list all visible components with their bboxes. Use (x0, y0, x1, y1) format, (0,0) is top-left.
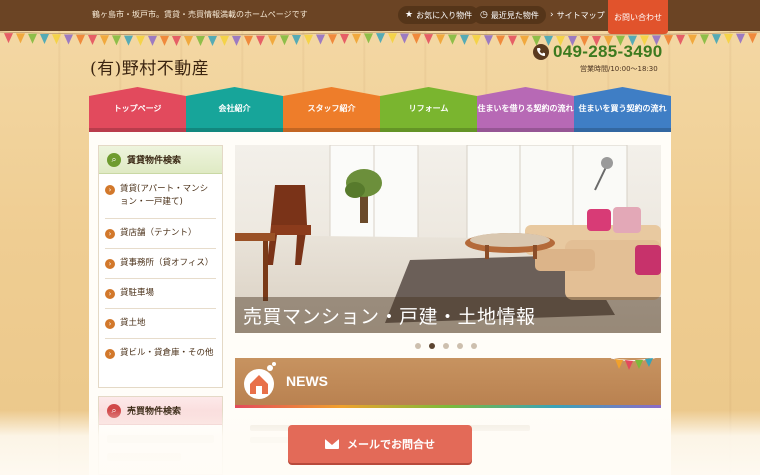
nav-tab-staff[interactable]: スタッフ紹介 (283, 87, 380, 132)
recent-label: 最近見た物件 (490, 10, 539, 20)
nav-tab-rent-flow[interactable]: 住まいを借りる契約の流れ (477, 87, 574, 132)
mail-contact-button[interactable]: メールでお問合せ (288, 425, 472, 463)
history-icon: ◷ (480, 10, 488, 20)
favorites-link[interactable]: ★ お気に入り物件 (398, 6, 480, 24)
hero-caption: 売買マンション・戸建・土地情報 (235, 297, 661, 333)
chevron-right-icon: › (105, 229, 115, 239)
chevron-right-icon: › (105, 319, 115, 329)
chevron-right-icon: › (105, 185, 115, 195)
chevron-right-icon: › (105, 349, 115, 359)
nav-tab-label: リフォーム (408, 104, 449, 113)
sidebar-item-label: 貸店舗（テナント） (120, 228, 197, 238)
sidebar-item-label: 貸駐車場 (120, 288, 155, 298)
hero-slider[interactable]: 売買マンション・戸建・土地情報 (235, 145, 661, 333)
nav-tab-company[interactable]: 会社紹介 (186, 87, 283, 132)
sidebar-item-rent-office[interactable]: › 貸事務所（貸オフィス） (105, 249, 216, 279)
news-title: NEWS (286, 373, 328, 389)
search-icon: ⌕ (107, 152, 121, 167)
main-nav: トップページ 会社紹介 スタッフ紹介 リフォーム 住まいを借りる契約の流れ 住ま… (89, 87, 671, 132)
business-hours: 営業時間/10:00〜18:30 (580, 65, 658, 73)
nav-tab-reform[interactable]: リフォーム (380, 87, 477, 132)
nav-tab-label: 住まいを買う契約の流れ (578, 104, 667, 113)
pennant-icon (611, 355, 661, 370)
sidebar-item-label: 貸ビル・貸倉庫・その他 (120, 348, 214, 358)
sidebar-item-rent-housing[interactable]: › 賃貸(アパート・マンション・一戸建て) (105, 174, 216, 219)
slider-dots (415, 343, 477, 349)
mail-contact-label: メールでお問合せ (347, 438, 435, 451)
sitemap-link[interactable]: › サイトマップ (543, 6, 612, 24)
contact-tab-button[interactable]: お問い合わせ (608, 0, 668, 34)
slider-dot[interactable] (471, 343, 477, 349)
slider-dot[interactable] (429, 343, 435, 349)
chevron-right-icon: › (105, 289, 115, 299)
phone-number: 049-285-3490 (533, 41, 669, 63)
nav-tab-buy-flow[interactable]: 住まいを買う契約の流れ (574, 87, 671, 132)
sidebar-item-rent-parking[interactable]: › 貸駐車場 (105, 279, 216, 309)
house-icon (244, 362, 276, 399)
nav-tab-label: 会社紹介 (218, 104, 251, 113)
sidebar-item-label: 貸土地 (120, 318, 146, 328)
chevron-right-icon: › (550, 10, 554, 20)
star-icon: ★ (405, 10, 414, 20)
rent-search-title: 賃貸物件検索 (127, 156, 182, 166)
rent-search-list: › 賃貸(アパート・マンション・一戸建て) › 貸店舗（テナント） › 貸事務所… (99, 174, 222, 366)
phone-icon (533, 44, 549, 60)
sidebar-item-rent-land[interactable]: › 貸土地 (105, 309, 216, 339)
slider-dot[interactable] (443, 343, 449, 349)
slider-dot[interactable] (457, 343, 463, 349)
recent-link[interactable]: ◷ 最近見た物件 (473, 6, 546, 24)
chevron-right-icon: › (105, 259, 115, 269)
phone-number-text: 049-285-3490 (553, 42, 663, 61)
favorites-label: お気に入り物件 (416, 10, 473, 20)
rent-search-header: ⌕ 賃貸物件検索 (99, 146, 222, 174)
news-section-header: NEWS (235, 355, 661, 406)
nav-tab-label: 住まいを借りる契約の流れ (477, 104, 574, 113)
envelope-icon (325, 439, 339, 449)
sidebar-item-label: 貸事務所（貸オフィス） (120, 258, 214, 268)
nav-tab-label: スタッフ紹介 (307, 104, 356, 113)
sidebar-item-label: 賃貸(アパート・マンション・一戸建て) (120, 184, 209, 207)
sidebar-item-rent-building[interactable]: › 貸ビル・貸倉庫・その他 (105, 339, 216, 366)
slider-dot[interactable] (415, 343, 421, 349)
news-divider (235, 405, 661, 408)
site-logo[interactable]: (有)野村不動産 (90, 54, 209, 79)
rent-search-box: ⌕ 賃貸物件検索 › 賃貸(アパート・マンション・一戸建て) › 貸店舗（テナン… (98, 145, 223, 388)
sidebar-item-rent-store[interactable]: › 貸店舗（テナント） (105, 219, 216, 249)
site-tagline: 鶴ヶ島市・坂戸市。賃貸・売買情報満載のホームページです (92, 10, 308, 19)
nav-tab-top[interactable]: トップページ (89, 87, 186, 132)
nav-tab-label: トップページ (113, 104, 162, 113)
sitemap-label: サイトマップ (556, 10, 605, 20)
